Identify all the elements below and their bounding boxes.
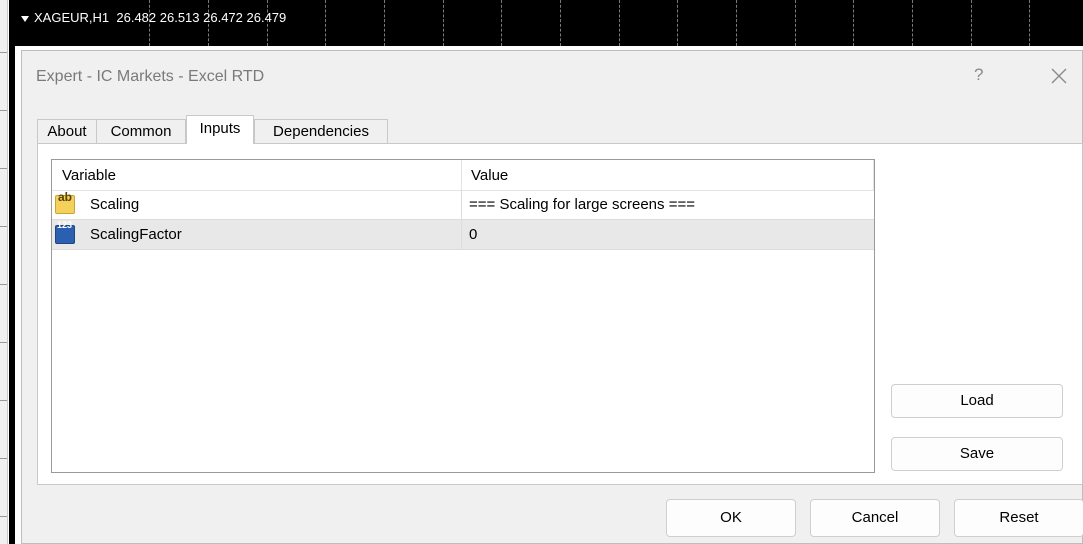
reset-button[interactable]: Reset (954, 499, 1083, 537)
chart-frame (9, 0, 15, 544)
grid-line (971, 0, 972, 46)
variable-value[interactable]: === Scaling for large screens === (469, 190, 695, 219)
grid-line (853, 0, 854, 46)
column-header-value[interactable]: Value (471, 160, 508, 190)
dialog-titlebar[interactable]: Expert - IC Markets - Excel RTD ? (22, 51, 1082, 101)
grid-line (384, 0, 385, 46)
dropdown-triangle-icon[interactable] (21, 15, 29, 22)
dialog-title: Expert - IC Markets - Excel RTD (36, 68, 265, 85)
inputs-table[interactable]: Variable Value ab Scaling === Scaling fo… (51, 159, 875, 473)
table-header: Variable Value (52, 160, 874, 191)
column-header-variable[interactable]: Variable (62, 160, 116, 190)
column-separator[interactable] (461, 160, 462, 190)
chart-title[interactable]: XAGEUR,H1 26.482 26.513 26.472 26.479 (21, 10, 286, 25)
column-separator (461, 220, 462, 250)
close-icon[interactable] (1046, 63, 1072, 89)
tab-inputs[interactable]: Inputs (186, 115, 254, 144)
number-type-icon: 123 (55, 220, 75, 244)
chart-prices: 26.482 26.513 26.472 26.479 (116, 10, 287, 25)
grid-line (619, 0, 620, 46)
grid-line (560, 0, 561, 46)
variable-name: Scaling (90, 196, 140, 213)
table-row[interactable]: 123 ScalingFactor 0 (52, 220, 874, 250)
column-separator[interactable] (873, 160, 874, 190)
strip-tick (0, 52, 7, 53)
strip-tick (0, 458, 7, 459)
variable-name: ScalingFactor (90, 226, 182, 243)
expert-properties-dialog: Expert - IC Markets - Excel RTD ? About … (21, 50, 1083, 544)
save-button[interactable]: Save (891, 437, 1063, 471)
chart-symbol: XAGEUR,H1 (34, 10, 110, 25)
load-button[interactable]: Load (891, 384, 1063, 418)
ok-button[interactable]: OK (666, 499, 796, 537)
tab-about[interactable]: About (37, 119, 97, 143)
cancel-button[interactable]: Cancel (810, 499, 940, 537)
grid-line (1029, 0, 1030, 46)
strip-tick (0, 110, 7, 111)
column-separator (461, 190, 462, 220)
strip-tick (0, 226, 7, 227)
strip-tick (0, 400, 7, 401)
strip-tick (0, 284, 7, 285)
app-left-strip (0, 0, 8, 544)
tab-common[interactable]: Common (96, 119, 186, 143)
chart-window[interactable]: XAGEUR,H1 26.482 26.513 26.472 26.479 (15, 0, 1083, 46)
strip-tick (0, 342, 7, 343)
grid-line (677, 0, 678, 46)
string-type-icon: ab (55, 190, 75, 214)
grid-line (912, 0, 913, 46)
tab-dependencies[interactable]: Dependencies (254, 119, 388, 143)
grid-line (795, 0, 796, 46)
grid-line (325, 0, 326, 46)
strip-tick (0, 168, 7, 169)
variable-value[interactable]: 0 (469, 220, 477, 249)
help-button[interactable]: ? (974, 65, 983, 85)
table-row[interactable]: ab Scaling === Scaling for large screens… (52, 190, 874, 220)
grid-line (501, 0, 502, 46)
grid-line (736, 0, 737, 46)
grid-line (443, 0, 444, 46)
strip-tick (0, 516, 7, 517)
